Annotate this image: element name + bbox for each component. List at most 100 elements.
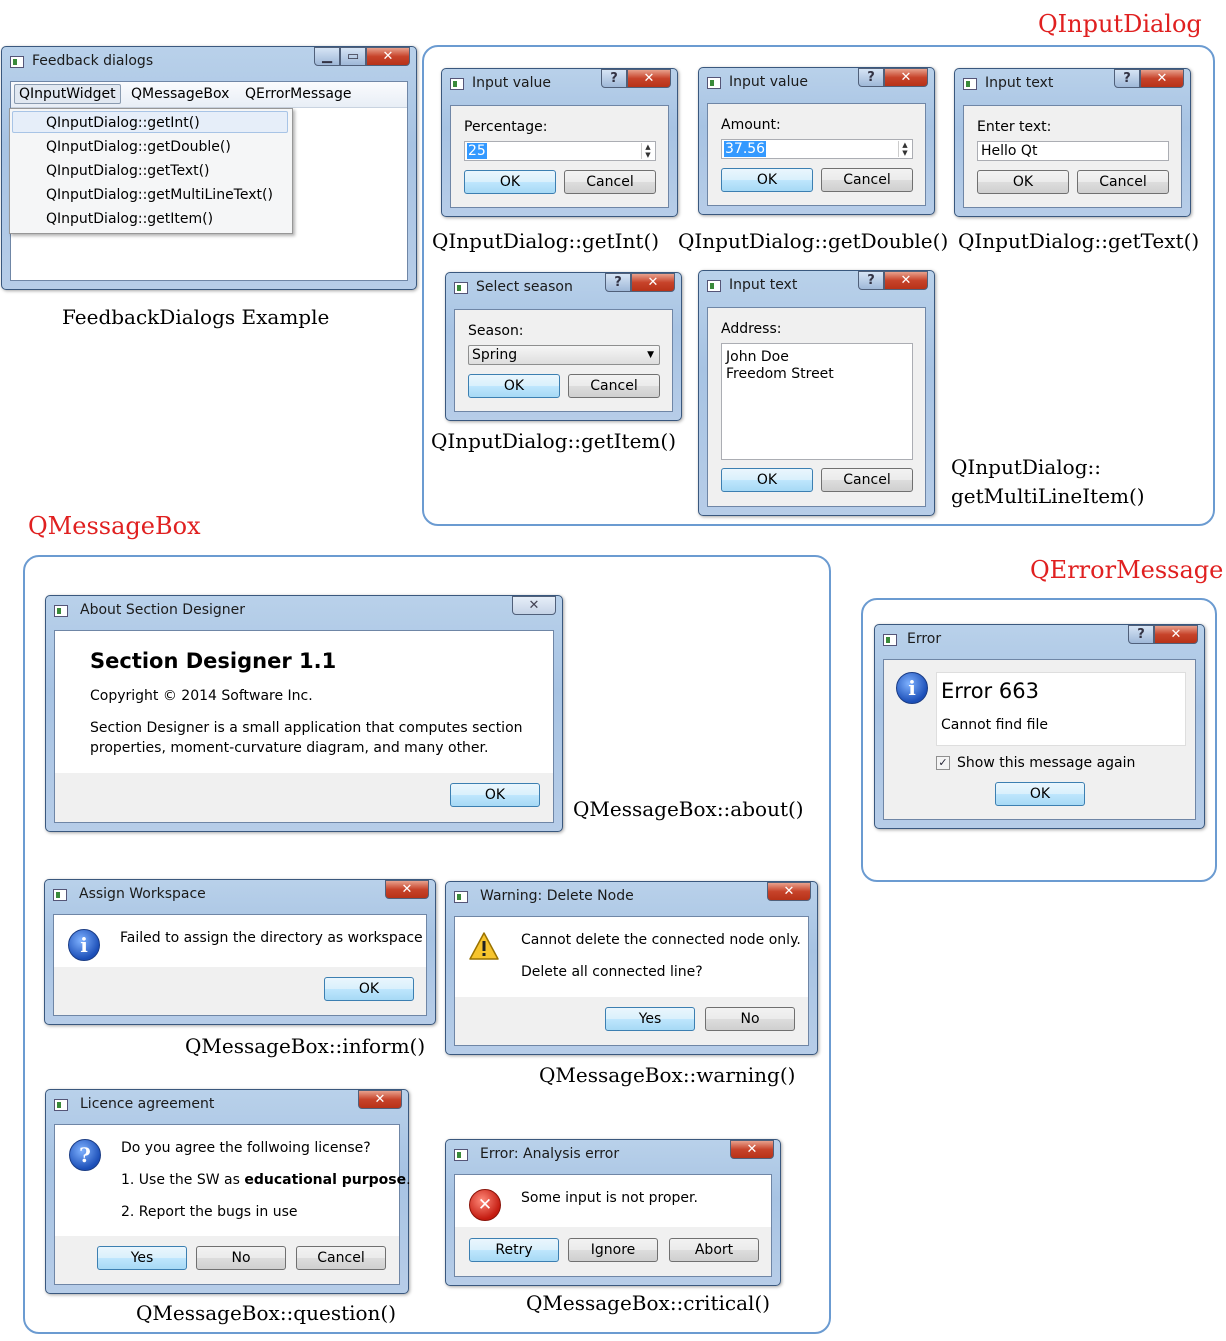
close-icon[interactable]: ✕	[884, 68, 928, 87]
qinputwidget-dropdown: QInputDialog::getInt() QInputDialog::get…	[9, 108, 293, 234]
menu-item-getitem[interactable]: QInputDialog::getItem()	[46, 211, 213, 227]
warning-body: Cannot delete the connected node only. D…	[455, 917, 808, 997]
yes-button[interactable]: Yes	[605, 1007, 695, 1031]
abort-button[interactable]: Abort	[669, 1238, 759, 1262]
cancel-button[interactable]: Cancel	[564, 170, 656, 194]
minimize-icon[interactable]: ▁	[314, 47, 340, 66]
caption-feedbackdialogs: FeedbackDialogs Example	[62, 305, 330, 329]
spin-arrows-icon[interactable]: ▲ ▼	[898, 141, 911, 157]
caption-getdouble: QInputDialog::getDouble()	[678, 229, 949, 253]
cancel-button[interactable]: Cancel	[821, 468, 913, 492]
text-input[interactable]: Hello Qt	[977, 141, 1169, 161]
spin-arrows-icon[interactable]: ▲ ▼	[641, 143, 654, 159]
close-icon[interactable]: ✕	[884, 271, 928, 290]
dialog-title: Error	[907, 631, 942, 647]
percentage-spinbox[interactable]: 25 ▲ ▼	[464, 141, 656, 161]
ok-button[interactable]: OK	[995, 782, 1085, 806]
app-icon	[963, 78, 977, 90]
critical-message: Some input is not proper.	[521, 1190, 698, 1206]
window-controls: ✕	[358, 1090, 402, 1109]
ignore-button[interactable]: Ignore	[568, 1238, 658, 1262]
question-text-suffix: .	[406, 1172, 411, 1188]
ok-button[interactable]: OK	[468, 374, 560, 398]
about-description-1: Section Designer is a small application …	[90, 720, 523, 736]
dialog-client: Enter text: Hello Qt OK Cancel	[963, 105, 1182, 208]
ok-button[interactable]: OK	[464, 170, 556, 194]
dialog-title: Licence agreement	[80, 1096, 215, 1112]
menu-qinputwidget[interactable]: QInputWidget	[14, 84, 121, 104]
dialog-title: Warning: Delete Node	[480, 888, 634, 904]
question-dialog: Licence agreement ✕ ? Do you agree the f…	[45, 1089, 411, 1294]
help-icon[interactable]: ?	[1114, 69, 1140, 88]
yes-button[interactable]: Yes	[97, 1246, 187, 1270]
getitem-dialog: Select season ? ✕ Season: Spring ▼ OK Ca…	[445, 272, 682, 421]
address-textarea[interactable]: John Doe Freedom Street	[721, 343, 913, 460]
menu-item-gettext[interactable]: QInputDialog::getText()	[46, 163, 210, 179]
ok-button[interactable]: OK	[977, 170, 1069, 194]
question-message-2: 1. Use the SW as educational purpose.	[121, 1172, 411, 1188]
window-controls: ? ✕	[1114, 69, 1184, 88]
menu-item-getmultilinetext[interactable]: QInputDialog::getMultiLineText()	[46, 187, 273, 203]
window-controls: ✕	[730, 1140, 774, 1159]
cancel-button[interactable]: Cancel	[821, 168, 913, 192]
menu-item-getint[interactable]: QInputDialog::getInt()	[46, 115, 200, 131]
dialog-title: Input value	[729, 74, 808, 90]
close-icon[interactable]: ✕	[385, 880, 429, 899]
app-icon	[54, 1099, 68, 1111]
help-icon[interactable]: ?	[858, 271, 884, 290]
enter-text-label: Enter text:	[977, 119, 1052, 135]
close-icon[interactable]: ✕	[730, 1140, 774, 1159]
caption-question: QMessageBox::question()	[136, 1301, 397, 1325]
cancel-button[interactable]: Cancel	[568, 374, 660, 398]
ok-button[interactable]: OK	[324, 977, 414, 1001]
amount-spinbox[interactable]: 37.56 ▲ ▼	[721, 139, 913, 159]
menu-item-getdouble[interactable]: QInputDialog::getDouble()	[46, 139, 231, 155]
close-icon[interactable]: ✕	[1154, 625, 1198, 644]
help-icon[interactable]: ?	[601, 69, 627, 88]
close-icon[interactable]: ✕	[631, 273, 675, 292]
close-icon[interactable]: ✕	[512, 596, 556, 615]
close-icon[interactable]: ✕	[767, 882, 811, 901]
dropdown-arrow-icon[interactable]: ▼	[647, 346, 654, 364]
getint-dialog: Input value ? ✕ Percentage: 25 ▲ ▼ OK Can…	[441, 68, 678, 217]
cancel-button[interactable]: Cancel	[1077, 170, 1169, 194]
dialog-client: Section Designer 1.1 Copyright © 2014 So…	[54, 630, 554, 823]
close-icon[interactable]: ✕	[358, 1090, 402, 1109]
app-icon	[54, 605, 68, 617]
dialog-client: Address: John Doe Freedom Street OK Canc…	[707, 307, 926, 507]
retry-button[interactable]: Retry	[469, 1238, 559, 1262]
warning-dialog: Warning: Delete Node ✕ Cannot delete the…	[445, 881, 818, 1055]
question-body: ? Do you agree the follwoing license? 1.…	[55, 1125, 411, 1236]
close-icon[interactable]: ✕	[366, 47, 410, 66]
maximize-icon[interactable]: ▭	[340, 47, 366, 66]
show-again-label[interactable]: Show this message again	[957, 755, 1135, 771]
menu-qerrormessage[interactable]: QErrorMessage	[245, 86, 352, 102]
app-icon	[53, 889, 67, 901]
app-icon	[454, 891, 468, 903]
ok-button[interactable]: OK	[721, 468, 813, 492]
address-line-1: John Doe	[726, 349, 789, 365]
season-combobox[interactable]: Spring ▼	[468, 345, 660, 365]
ok-button[interactable]: OK	[450, 783, 540, 807]
question-icon: ?	[69, 1139, 101, 1171]
no-button[interactable]: No	[705, 1007, 795, 1031]
window-controls: ✕	[512, 596, 556, 615]
ok-button[interactable]: OK	[721, 168, 813, 192]
help-icon[interactable]: ?	[858, 68, 884, 87]
information-icon: i	[896, 672, 928, 704]
show-again-checkbox[interactable]: ✓	[936, 756, 950, 770]
caption-about: QMessageBox::about()	[573, 797, 804, 821]
app-icon	[450, 78, 464, 90]
menu-qmessagebox[interactable]: QMessageBox	[131, 86, 229, 102]
percentage-label: Percentage:	[464, 119, 548, 135]
dialog-client: Percentage: 25 ▲ ▼ OK Cancel	[450, 105, 669, 208]
help-icon[interactable]: ?	[1128, 625, 1154, 644]
app-icon	[454, 1149, 468, 1161]
close-icon[interactable]: ✕	[627, 69, 671, 88]
help-icon[interactable]: ?	[605, 273, 631, 292]
cancel-button[interactable]: Cancel	[296, 1246, 386, 1270]
address-label: Address:	[721, 321, 782, 337]
close-icon[interactable]: ✕	[1140, 69, 1184, 88]
no-button[interactable]: No	[196, 1246, 286, 1270]
about-copyright: Copyright © 2014 Software Inc.	[90, 688, 313, 704]
